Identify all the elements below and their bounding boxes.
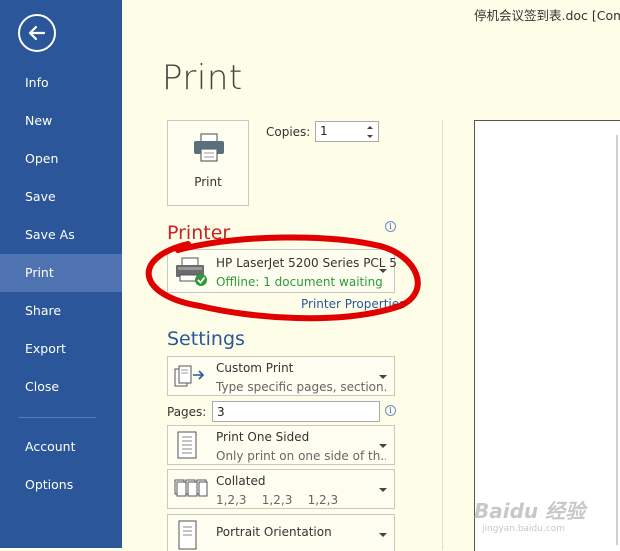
nav-item-info[interactable]: Info (0, 64, 122, 102)
nav-item-save-as[interactable]: Save As (0, 216, 122, 254)
chevron-down-icon (379, 269, 387, 273)
printer-icon (194, 133, 224, 162)
info-icon[interactable]: i (385, 405, 396, 416)
printer-name: HP LaserJet 5200 Series PCL 5 (216, 256, 397, 270)
back-arrow-icon (28, 25, 46, 41)
portrait-icon (178, 520, 197, 550)
spin-down-icon[interactable] (364, 132, 376, 141)
document-title: 停机会议签到表.doc [Comp (474, 8, 620, 23)
sides-title: Print One Sided (216, 430, 310, 444)
collated-icon (174, 479, 208, 497)
printer-section-title: Printer (167, 222, 231, 244)
print-button-label: Print (194, 175, 222, 189)
custom-pages-icon (174, 365, 205, 387)
sides-sub: Only print on one side of th... (216, 449, 386, 463)
copies-value: 1 (320, 124, 328, 138)
chevron-down-icon (379, 375, 387, 379)
one-sided-icon (177, 431, 197, 459)
print-preview-page (474, 120, 620, 551)
back-button[interactable] (18, 14, 56, 52)
printer-ready-icon (176, 257, 207, 286)
nav-item-print[interactable]: Print (0, 254, 122, 292)
nav-item-share[interactable]: Share (0, 292, 122, 330)
nav-divider (18, 417, 96, 418)
settings-section-title: Settings (167, 328, 245, 350)
pages-label: Pages: (167, 405, 207, 419)
print-button[interactable]: Print (167, 120, 249, 206)
print-range-title: Custom Print (216, 361, 294, 375)
watermark: Baidu 经验 jingyan.baidu.com (474, 495, 585, 534)
backstage-sidebar: Info New Open Save Save As Print Share E… (0, 0, 122, 548)
orientation-dropdown[interactable]: Portrait Orientation (167, 514, 395, 551)
chevron-down-icon (379, 488, 387, 492)
collation-title: Collated (216, 474, 266, 488)
printer-dropdown[interactable]: HP LaserJet 5200 Series PCL 5 Offline: 1… (167, 249, 397, 293)
info-icon[interactable]: i (385, 221, 396, 232)
preview-scrollbar[interactable] (616, 135, 618, 545)
print-range-dropdown[interactable]: Custom Print Type specific pages, sectio… (167, 356, 395, 396)
sides-dropdown[interactable]: Print One Sided Only print on one side o… (167, 425, 395, 465)
nav-item-save[interactable]: Save (0, 178, 122, 216)
printer-properties-link[interactable]: Printer Properties (301, 297, 405, 311)
preview-divider (442, 120, 443, 550)
chevron-down-icon (379, 444, 387, 448)
collation-dropdown[interactable]: Collated 1,2,3 1,2,3 1,2,3 (167, 469, 395, 509)
collation-sub: 1,2,3 1,2,3 1,2,3 (216, 493, 339, 507)
print-range-sub: Type specific pages, section... (216, 380, 386, 394)
nav-item-export[interactable]: Export (0, 330, 122, 368)
copies-label: Copies: (266, 125, 311, 139)
nav-item-new[interactable]: New (0, 102, 122, 140)
nav-item-close[interactable]: Close (0, 368, 122, 406)
copies-stepper[interactable]: 1 (315, 121, 379, 142)
watermark-main: Baidu 经验 (474, 499, 586, 523)
nav-item-open[interactable]: Open (0, 140, 122, 178)
nav-item-account[interactable]: Account (0, 428, 122, 466)
watermark-sub: jingyan.baidu.com (482, 524, 566, 534)
spin-up-icon[interactable] (364, 123, 376, 132)
orientation-title: Portrait Orientation (216, 525, 332, 539)
chevron-down-icon (379, 533, 387, 537)
pages-input[interactable]: 3 (212, 401, 380, 422)
nav-item-options[interactable]: Options (0, 466, 122, 504)
page-title: Print (162, 58, 243, 98)
printer-status: Offline: 1 document waiting (216, 275, 383, 289)
